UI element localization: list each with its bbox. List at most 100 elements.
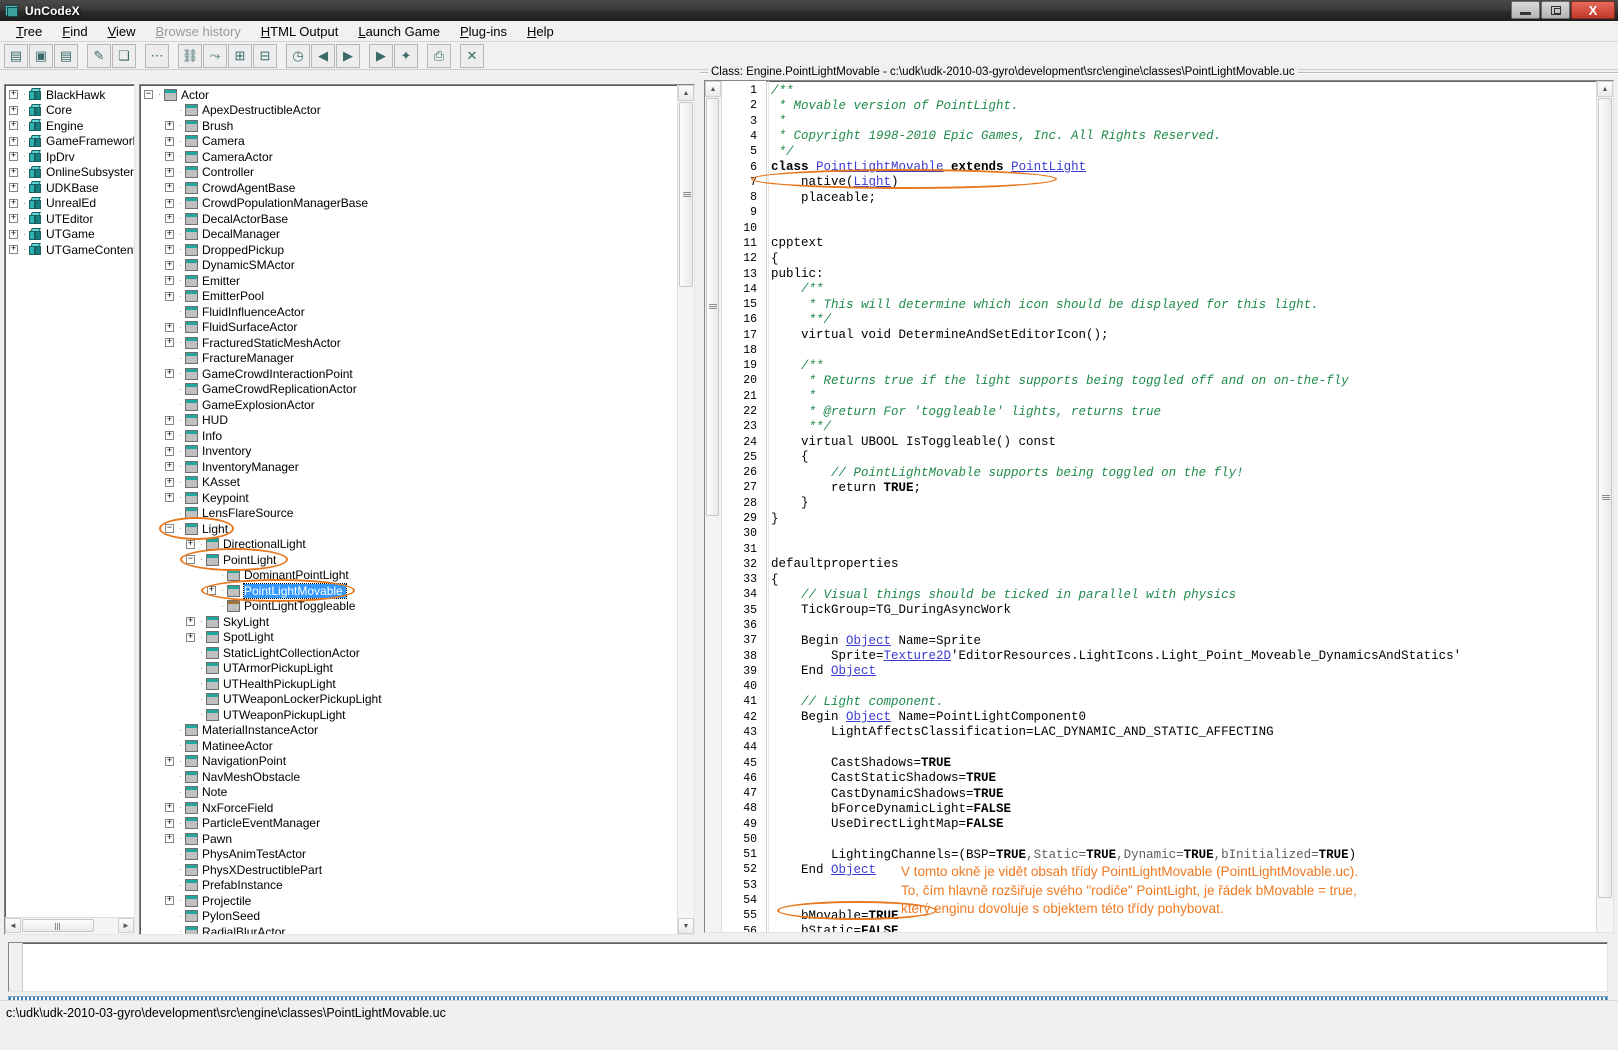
class-node-gameexplosionactor[interactable]: · GameExplosionActor (144, 397, 677, 413)
code-line[interactable]: 16 **/ (722, 312, 1596, 327)
collapse-node-icon[interactable]: ⊟ (253, 43, 277, 68)
collapse-icon[interactable]: − (186, 555, 195, 565)
expand-icon[interactable]: + (165, 291, 174, 301)
class-node-emitter[interactable]: + · Emitter (144, 273, 677, 289)
code-line[interactable]: 39 End Object (722, 664, 1596, 679)
class-node-apexdestructibleactor[interactable]: · ApexDestructibleActor (144, 103, 677, 119)
code-line[interactable]: 21 * (722, 389, 1596, 404)
menu-find[interactable]: Find (52, 22, 97, 41)
code-line[interactable]: 15 * This will determine which icon shou… (722, 297, 1596, 312)
class-node-dynamicsmactor[interactable]: + · DynamicSMActor (144, 258, 677, 274)
minimize-button[interactable] (1511, 1, 1540, 19)
class-node-hud[interactable]: + · HUD (144, 413, 677, 429)
expand-icon[interactable]: + (165, 338, 174, 348)
package-hscroll-thumb[interactable] (22, 919, 94, 932)
restore-button[interactable] (1541, 1, 1570, 19)
expand-icon[interactable]: + (165, 415, 174, 425)
launch-editor-icon[interactable]: ✦ (394, 43, 418, 68)
class-node-crowdagentbase[interactable]: + · CrowdAgentBase (144, 180, 677, 196)
expand-icon[interactable]: + (9, 198, 18, 208)
tree-vscroll-thumb[interactable] (679, 102, 693, 287)
menu-view[interactable]: View (98, 22, 146, 41)
tree-scroll-down-button[interactable]: ▼ (678, 918, 694, 934)
scan-options-icon[interactable]: ⋯ (145, 43, 169, 68)
class-node-utarmorpickuplight[interactable]: · UTArmorPickupLight (144, 661, 677, 677)
package-item-unrealed[interactable]: + · UnrealEd (9, 196, 134, 212)
expand-icon[interactable]: + (9, 229, 18, 239)
expand-icon[interactable]: + (9, 152, 18, 162)
collapse-icon[interactable]: − (165, 524, 174, 534)
expand-icon[interactable]: + (165, 896, 174, 906)
code-line[interactable]: 28 } (722, 496, 1596, 511)
class-node-brush[interactable]: + · Brush (144, 118, 677, 134)
class-node-matineeactor[interactable]: · MatineeActor (144, 738, 677, 754)
code-line[interactable]: 46 CastStaticShadows=TRUE (722, 771, 1596, 786)
package-item-blackhawk[interactable]: + · BlackHawk (9, 87, 134, 103)
expand-icon[interactable]: + (9, 214, 18, 224)
menu-plugins[interactable]: Plug-ins (450, 22, 517, 41)
code-line[interactable]: 19 /** (722, 358, 1596, 373)
class-node-physxdestructiblepart[interactable]: · PhysXDestructiblePart (144, 862, 677, 878)
expand-icon[interactable]: + (165, 477, 174, 487)
package-item-onlinesubsystempc[interactable]: + · OnlineSubsystemPC (9, 165, 134, 181)
code-line[interactable]: 44 (722, 740, 1596, 755)
expand-icon[interactable]: + (9, 167, 18, 177)
code-line[interactable]: 37 Begin Object Name=Sprite (722, 633, 1596, 648)
class-node-inventorymanager[interactable]: + · InventoryManager (144, 459, 677, 475)
expand-icon[interactable]: + (9, 245, 18, 255)
class-node-fluidsurfaceactor[interactable]: + · FluidSurfaceActor (144, 320, 677, 336)
class-node-uthealthpickuplight[interactable]: · UTHealthPickupLight (144, 676, 677, 692)
code-line[interactable]: 32 defaultproperties (722, 557, 1596, 572)
back-icon[interactable]: ◀ (311, 43, 335, 68)
code-line[interactable]: 51 LightingChannels=(BSP=TRUE,Static=TRU… (722, 847, 1596, 862)
class-node-radialbluractor[interactable]: · RadialBlurActor (144, 924, 677, 934)
expand-icon[interactable]: + (165, 198, 174, 208)
class-node-light[interactable]: − · Light (144, 521, 677, 537)
class-node-directionallight[interactable]: + · DirectionalLight (144, 537, 677, 553)
expand-icon[interactable]: + (186, 617, 195, 627)
package-item-core[interactable]: + · Core (9, 103, 134, 119)
class-node-actor[interactable]: − · Actor (144, 87, 677, 103)
expand-icon[interactable]: + (186, 632, 195, 642)
code-line[interactable]: 29} (722, 511, 1596, 526)
package-list[interactable]: + · BlackHawk + · Core + · Engine + · GameFramework… (5, 85, 134, 917)
expand-icon[interactable]: + (186, 539, 195, 549)
html-output-icon[interactable]: ◷ (286, 43, 310, 68)
open-file-icon[interactable]: ▤ (54, 43, 78, 68)
code-line[interactable]: 6 class PointLightMovable extends PointLi… (722, 159, 1596, 174)
code-line[interactable]: 18 (722, 343, 1596, 358)
editor-left-scrollbar[interactable]: ▲ (705, 81, 722, 932)
class-node-fracturedstaticmeshactor[interactable]: + · FracturedStaticMeshActor (144, 335, 677, 351)
code-line[interactable]: 48 bForceDynamicLight=FALSE (722, 801, 1596, 816)
close-button[interactable]: X (1571, 1, 1615, 19)
class-node-skylight[interactable]: + · SkyLight (144, 614, 677, 630)
class-node-dominantpointlight[interactable]: · DominantPointLight (144, 568, 677, 584)
class-node-kasset[interactable]: + · KAsset (144, 475, 677, 491)
expand-icon[interactable]: + (165, 369, 174, 379)
code-line[interactable]: 45 CastShadows=TRUE (722, 755, 1596, 770)
package-hscrollbar[interactable]: ◄ ► (5, 917, 134, 934)
scan-classes-icon[interactable]: ✎ (87, 43, 111, 68)
class-node-projectile[interactable]: + · Projectile (144, 893, 677, 909)
code-line[interactable]: 23 **/ (722, 419, 1596, 434)
package-item-gameframework[interactable]: + · GameFramework (9, 134, 134, 150)
code-line[interactable]: 7 native(Light) (722, 175, 1596, 190)
rescan-copy-icon[interactable]: ❏ (112, 43, 136, 68)
expand-icon[interactable]: + (9, 121, 18, 131)
expand-icon[interactable]: + (165, 834, 174, 844)
class-node-navmeshobstacle[interactable]: · NavMeshObstacle (144, 769, 677, 785)
expand-icon[interactable]: + (9, 90, 18, 100)
code-line[interactable]: 9 (722, 205, 1596, 220)
class-node-controller[interactable]: + · Controller (144, 165, 677, 181)
class-node-fracturemanager[interactable]: · FractureManager (144, 351, 677, 367)
editor-vscrollbar[interactable]: ▲ (1596, 81, 1613, 932)
class-node-camera[interactable]: + · Camera (144, 134, 677, 150)
code-line[interactable]: 27 return TRUE; (722, 480, 1596, 495)
expand-icon[interactable]: + (165, 493, 174, 503)
code-line[interactable]: 14 /** (722, 282, 1596, 297)
package-scroll-left-button[interactable]: ◄ (5, 918, 21, 933)
package-item-udkbase[interactable]: + · UDKBase (9, 180, 134, 196)
expand-icon[interactable]: + (165, 431, 174, 441)
print-icon[interactable]: ⎙ (427, 43, 451, 68)
expand-icon[interactable]: + (165, 214, 174, 224)
